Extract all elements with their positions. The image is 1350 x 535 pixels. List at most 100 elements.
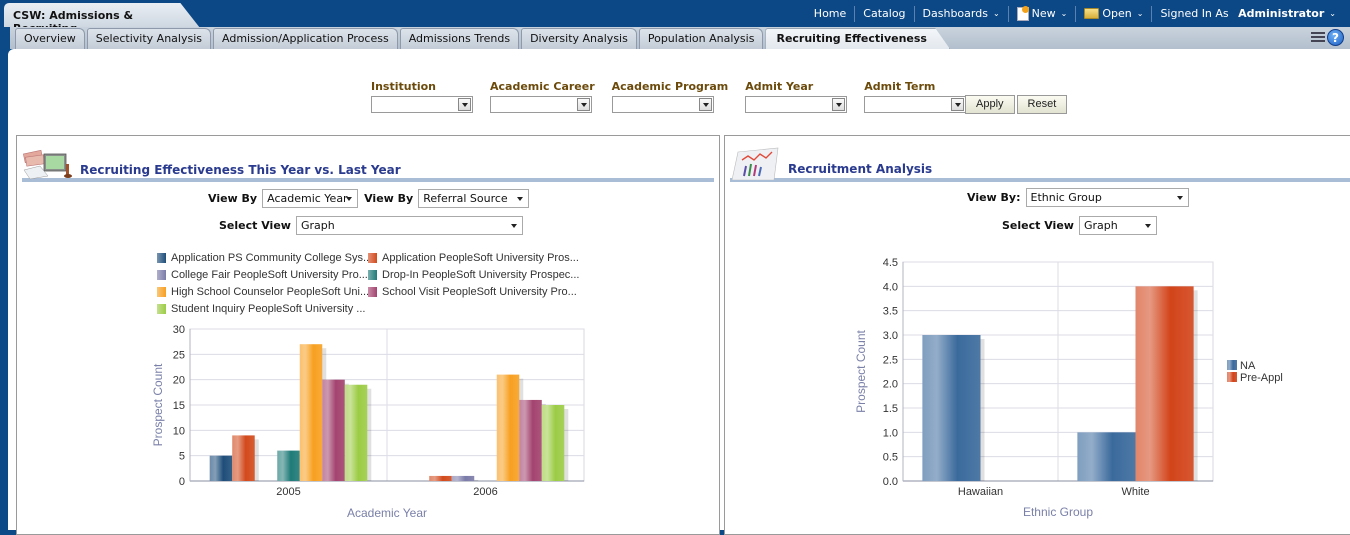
new-document-icon [1016, 5, 1029, 21]
prompt-admit-term: Admit Term [864, 80, 967, 113]
panel-header: Recruitment Analysis [730, 144, 1350, 182]
y-tick-label: 0.5 [883, 452, 898, 464]
nav-dashboards-label: Dashboards [922, 7, 988, 20]
bar-high-2005[interactable] [299, 344, 323, 481]
bar-high-2006[interactable] [496, 374, 520, 481]
y-tick-label: 5 [179, 451, 185, 463]
reset-button[interactable]: Reset [1016, 95, 1068, 114]
y-tick-label: 2.5 [883, 354, 898, 366]
legend-item: Drop-In PeopleSoft University Prospec... [368, 269, 579, 281]
tab-overview[interactable]: Overview [15, 28, 85, 49]
chevron-down-icon: ⌄ [1060, 9, 1068, 18]
filter-prompts: Institution Academic Career Academic Pro… [371, 80, 983, 113]
nav-open-label: Open [1102, 7, 1132, 20]
y-tick-label: 1.5 [883, 403, 898, 415]
bar-school-2006[interactable] [519, 399, 542, 481]
y-tick-label: 1.0 [883, 427, 898, 439]
recruiting-computer-icon [23, 149, 72, 180]
panel-header: Recruiting Effectiveness This Year vs. L… [22, 144, 714, 182]
nav-catalog-link[interactable]: Catalog [855, 7, 913, 20]
legend-item: Application PS Community College Sys... [157, 252, 372, 264]
dropdown-arrow-icon[interactable] [951, 98, 965, 111]
view-by-academic-year-dropdown[interactable]: Academic Year [262, 189, 359, 208]
bar-pre-appl-white[interactable] [1135, 286, 1194, 481]
tab-recruiting-effectiveness[interactable]: Recruiting Effectiveness [765, 28, 950, 49]
tab-population-analysis[interactable]: Population Analysis [638, 28, 764, 49]
academic-career-select[interactable] [490, 96, 592, 113]
institution-select[interactable] [371, 96, 473, 113]
help-icon[interactable]: ? [1327, 29, 1344, 46]
bar-drop-in-2005[interactable] [277, 450, 300, 481]
prompt-academic-program: Academic Program [611, 80, 729, 113]
bar-na-white[interactable] [1077, 432, 1136, 481]
bar-na-hawaiian[interactable] [922, 335, 981, 481]
x-tick-label: 2005 [276, 486, 300, 498]
right-view-by-row: View By: Ethnic Group [967, 188, 1189, 207]
bar-school-2005[interactable] [322, 379, 345, 481]
bar-application-2005[interactable] [209, 455, 233, 481]
bar-application-2006[interactable] [429, 475, 452, 481]
legend-label: High School Counselor PeopleSoft Uni... [171, 286, 370, 298]
legend-item: School Visit PeopleSoft University Pro..… [368, 286, 577, 298]
legend-swatch [368, 253, 377, 263]
y-axis-title: Prospect Count [854, 329, 868, 412]
admit-year-select[interactable] [745, 96, 848, 113]
dropdown-arrow-icon[interactable] [458, 98, 471, 111]
tab-admission-application-process[interactable]: Admission/Application Process [213, 28, 398, 49]
tab-selectivity-analysis[interactable]: Selectivity Analysis [86, 28, 211, 49]
select-view-label: Select View [1002, 219, 1074, 232]
bar-application-2005[interactable] [232, 435, 255, 481]
nav-user-menu[interactable]: Signed In As Administrator ⌄ [1152, 7, 1344, 20]
nav-dashboards-menu[interactable]: Dashboards ⌄ [915, 7, 1008, 20]
view-by-ethnic-group-dropdown[interactable]: Ethnic Group [1025, 188, 1189, 207]
dropdown-arrow-icon[interactable] [577, 98, 590, 111]
bar-student-2005[interactable] [344, 384, 368, 481]
nav-new-menu[interactable]: New ⌄ [1009, 5, 1076, 21]
dashboard-tabs: Overview Selectivity Analysis Admission/… [15, 28, 952, 49]
chevron-down-icon: ⌄ [1329, 9, 1336, 18]
dropdown-arrow-icon[interactable] [832, 98, 846, 111]
nav-catalog-label: Catalog [863, 7, 906, 20]
prompt-admit-year: Admit Year [745, 80, 848, 113]
nav-home-link[interactable]: Home [806, 7, 854, 20]
select-view-dropdown[interactable]: Graph [295, 216, 523, 235]
admit-term-select[interactable] [864, 96, 967, 113]
legend-swatch [157, 253, 166, 263]
prompt-label: Academic Career [490, 80, 595, 93]
y-tick-label: 30 [173, 324, 185, 336]
tab-diversity-analysis[interactable]: Diversity Analysis [521, 28, 637, 49]
dropdown-arrow-icon[interactable] [698, 98, 712, 111]
select-view-label: Select View [219, 219, 291, 232]
tab-admissions-trends[interactable]: Admissions Trends [399, 28, 520, 49]
view-by-label: View By [364, 192, 414, 205]
select-view-dropdown[interactable]: Graph [1078, 216, 1157, 235]
academic-program-select[interactable] [611, 96, 714, 113]
bar-student-2006[interactable] [541, 405, 565, 481]
folder-icon [1084, 8, 1100, 19]
left-view-by-row: View By Academic Year View By Referral S… [208, 189, 530, 208]
view-by-referral-source-dropdown[interactable]: Referral Source [418, 189, 530, 208]
legend-label: NA [1240, 360, 1256, 372]
legend-swatch [1227, 372, 1237, 382]
legend-swatch [157, 287, 166, 297]
legend-swatch [157, 270, 166, 280]
legend-item: Application PeopleSoft University Pros..… [368, 252, 579, 264]
nav-open-menu[interactable]: Open ⌄ [1076, 7, 1151, 20]
page-options-icon[interactable] [1311, 31, 1325, 44]
view-by-label: View By [208, 192, 258, 205]
left-bar-chart: 0 5 10 15 20 25 30 2005 2006 Academic Year Prospec… [151, 324, 585, 520]
prompt-label: Admit Term [864, 80, 936, 93]
prompt-label: Academic Program [611, 80, 729, 93]
y-tick-label: 3.0 [883, 330, 898, 342]
apply-button[interactable]: Apply [965, 95, 1015, 114]
legend-item: Student Inquiry PeopleSoft University ..… [157, 303, 365, 315]
y-tick-label: 20 [173, 375, 185, 387]
left-select-view-row: Select View Graph [219, 216, 523, 235]
y-tick-label: 4.5 [883, 257, 898, 269]
legend-label: College Fair PeopleSoft University Pro..… [171, 269, 368, 281]
panel-title: Recruiting Effectiveness This Year vs. L… [80, 163, 401, 177]
legend-label: Drop-In PeopleSoft University Prospec... [382, 269, 580, 281]
top-bar: CSW: Admissions & Recruiting Home Catalo… [0, 0, 1350, 28]
bar-college-2006[interactable] [451, 475, 475, 481]
x-tick-label: 2006 [473, 486, 497, 498]
